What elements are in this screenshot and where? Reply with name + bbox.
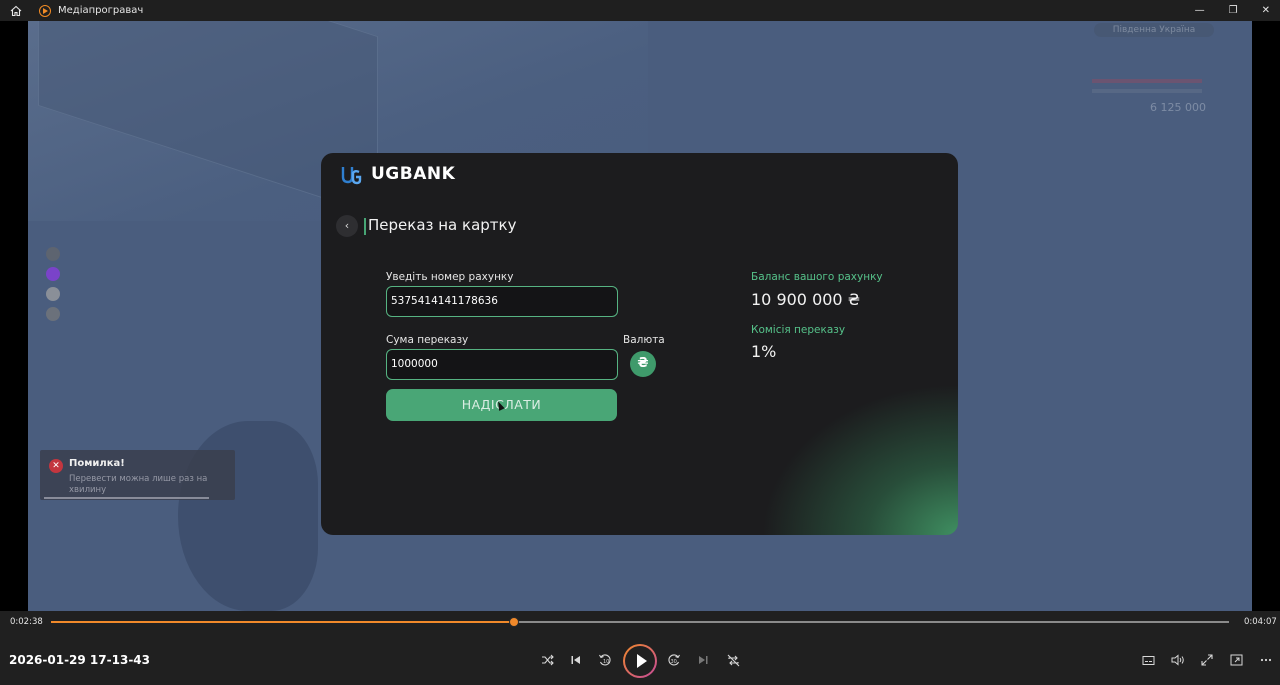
account-number-input[interactable]: 5375414141178636 (386, 286, 618, 317)
seek-handle[interactable] (508, 617, 519, 627)
seek-bar[interactable] (51, 617, 1229, 627)
title-accent-bar (364, 218, 366, 235)
hud-armor-bar (1092, 89, 1202, 93)
game-hud: Південна Україна 6 125 000 (1072, 21, 1222, 121)
title-bar: Медіапрогравач — ❐ ✕ (0, 0, 1280, 21)
fee-label: Комісія переказу (751, 324, 846, 336)
seek-progress (51, 621, 514, 623)
elapsed-time: 0:02:38 (10, 617, 43, 627)
fee-value: 1% (751, 342, 777, 361)
play-button[interactable] (623, 644, 657, 678)
media-filename: 2026-01-29 17-13-43 (9, 653, 150, 667)
subtitles-icon[interactable] (1139, 651, 1157, 669)
window-title: Медіапрогравач (58, 5, 144, 16)
media-player-logo-icon (39, 4, 51, 17)
error-toast: ✕ Помилка! Перевести можна лише раз на х… (40, 450, 235, 500)
back-button[interactable]: ‹ (336, 215, 358, 237)
home-icon[interactable] (9, 4, 23, 18)
svg-text:10: 10 (603, 659, 609, 665)
hud-health-bar (1092, 79, 1202, 83)
hud-money: 6 125 000 (1150, 101, 1206, 114)
hud-location: Південна Україна (1094, 23, 1214, 37)
amount-label: Сума переказу (386, 334, 469, 346)
close-button[interactable]: ✕ (1262, 5, 1270, 16)
play-icon (625, 646, 655, 676)
mini-player-icon[interactable] (1227, 651, 1245, 669)
currency-hryvnia-button[interactable]: ₴ (630, 351, 656, 377)
account-label: Уведіть номер рахунку (386, 271, 514, 283)
toast-progress (44, 497, 209, 499)
svg-text:30: 30 (671, 659, 677, 665)
amount-input[interactable]: 1000000 (386, 349, 618, 380)
balance-label: Баланс вашого рахунку (751, 271, 883, 283)
page-title: Переказ на картку (368, 216, 517, 234)
currency-label: Валюта (623, 334, 665, 346)
minimize-button[interactable]: — (1195, 5, 1205, 16)
chevron-left-icon: ‹ (344, 219, 350, 232)
restore-button[interactable]: ❐ (1229, 5, 1238, 16)
ugbank-logo-icon (341, 167, 362, 185)
indicator-icon (46, 287, 60, 301)
indicator-icon (46, 267, 60, 281)
bank-brand: UGBANK (371, 164, 456, 184)
repeat-off-icon[interactable] (724, 651, 742, 669)
previous-icon[interactable] (567, 651, 585, 669)
next-icon[interactable] (694, 651, 712, 669)
more-options-icon[interactable] (1257, 651, 1275, 669)
toast-title: Помилка! (69, 458, 125, 469)
player-controls: 0:02:38 0:04:07 2026-01-29 17-13-43 10 3… (0, 611, 1280, 685)
shuffle-icon[interactable] (538, 651, 556, 669)
forward-30-icon[interactable]: 30 (665, 651, 683, 669)
toast-message: Перевести можна лише раз на хвилину (69, 474, 208, 495)
total-time: 0:04:07 (1244, 617, 1277, 627)
indicator-icon (46, 247, 60, 261)
rewind-10-icon[interactable]: 10 (596, 651, 614, 669)
balance-value: 10 900 000 ₴ (751, 290, 861, 309)
volume-icon[interactable] (1169, 651, 1187, 669)
indicator-icon (46, 307, 60, 321)
game-side-indicators (46, 247, 60, 321)
error-icon: ✕ (49, 459, 63, 473)
fullscreen-icon[interactable] (1198, 651, 1216, 669)
bank-transfer-dialog: UGBANK ‹ Переказ на картку Уведіть номер… (321, 153, 958, 535)
